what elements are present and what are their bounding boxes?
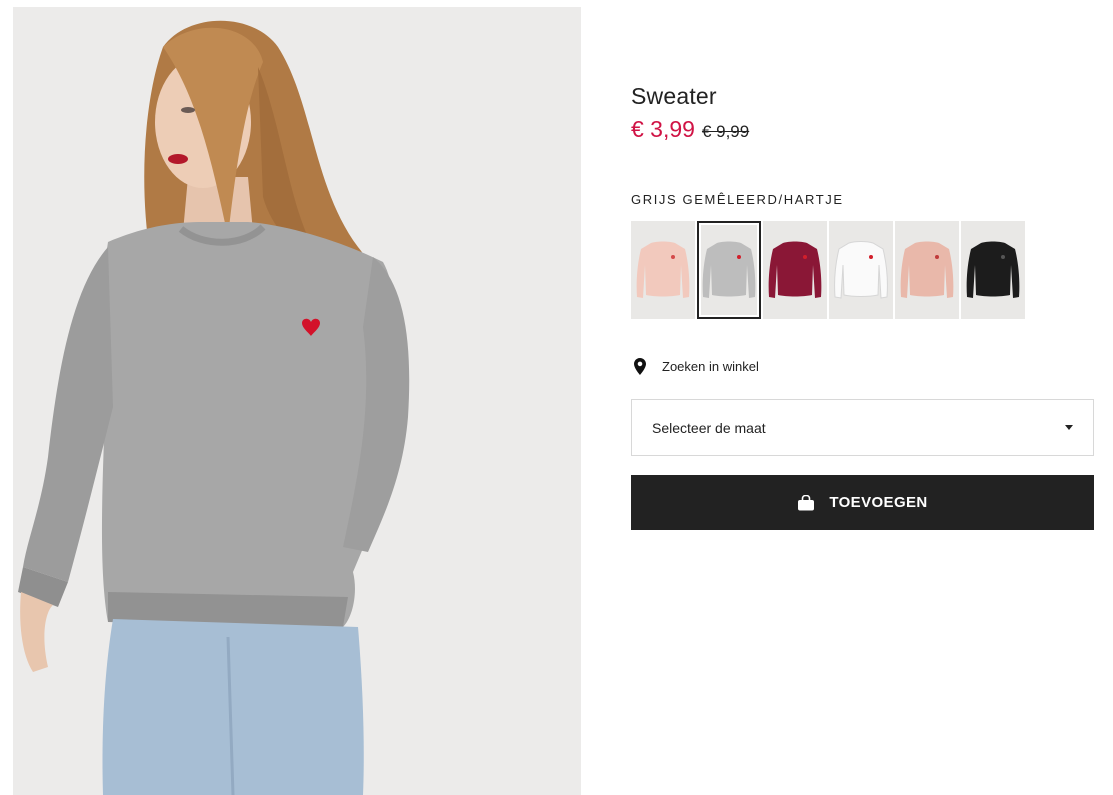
sweater-thumbnail bbox=[702, 241, 756, 298]
sweater-thumbnail bbox=[834, 241, 888, 299]
sweater-thumbnail bbox=[636, 241, 690, 298]
location-pin-icon bbox=[631, 357, 649, 375]
size-select-placeholder: Selecteer de maat bbox=[652, 419, 766, 436]
sweater-thumbnail bbox=[900, 241, 954, 298]
color-swatch[interactable] bbox=[631, 221, 695, 319]
color-swatch[interactable] bbox=[829, 221, 893, 319]
color-swatch[interactable] bbox=[697, 221, 761, 319]
product-photo-illustration bbox=[13, 7, 581, 795]
selected-color-label: GRIJS GEMÊLEERD/HARTJE bbox=[631, 192, 844, 207]
color-swatch[interactable] bbox=[763, 221, 827, 319]
add-to-cart-label: TOEVOEGEN bbox=[829, 494, 928, 511]
sweater-thumbnail bbox=[768, 241, 822, 298]
color-swatch[interactable] bbox=[895, 221, 959, 319]
find-in-store-link[interactable]: Zoeken in winkel bbox=[631, 356, 1094, 376]
add-to-cart-button[interactable]: TOEVOEGEN bbox=[631, 475, 1094, 530]
original-price: € 9,99 bbox=[701, 122, 750, 141]
find-in-store-label: Zoeken in winkel bbox=[662, 358, 759, 374]
color-swatch[interactable] bbox=[961, 221, 1025, 319]
price-row: € 3,99 € 9,99 bbox=[631, 114, 1094, 144]
shopping-bag-icon bbox=[797, 494, 815, 511]
color-swatches bbox=[631, 221, 1094, 319]
caret-down-icon bbox=[1065, 425, 1073, 430]
product-info: Sweater € 3,99 € 9,99 GRIJS GEMÊLEERD/HA… bbox=[631, 80, 1094, 530]
size-select[interactable]: Selecteer de maat bbox=[631, 399, 1094, 456]
product-title: Sweater bbox=[631, 83, 717, 109]
product-image[interactable] bbox=[13, 7, 581, 795]
sweater-thumbnail bbox=[966, 241, 1020, 298]
sale-price: € 3,99 bbox=[631, 116, 695, 142]
